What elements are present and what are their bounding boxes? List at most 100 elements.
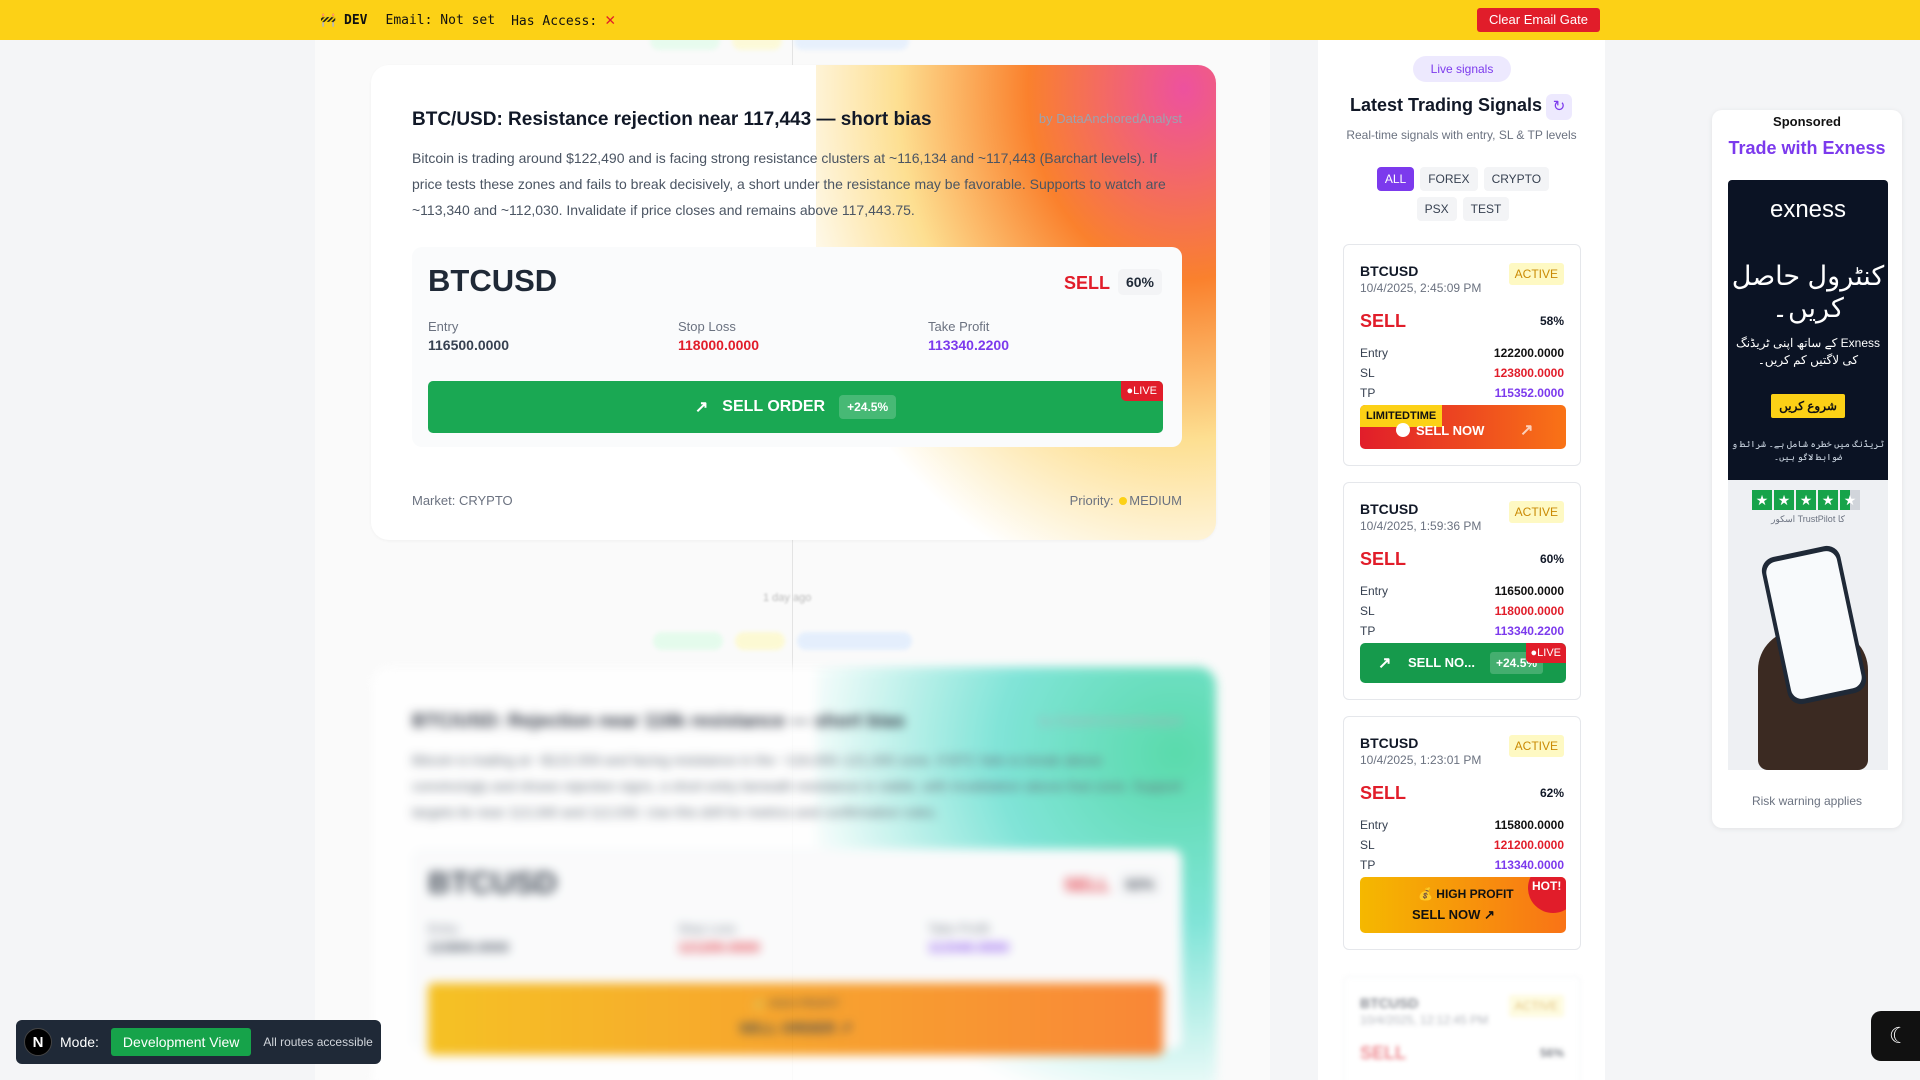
ad-headline[interactable]: Trade with Exness	[1712, 138, 1902, 159]
mode-label: Mode:	[60, 1034, 99, 1050]
entry-label: Entry	[428, 319, 459, 334]
signal-post-card[interactable]: BTC/USD: Rejection near 116k resistance …	[371, 667, 1216, 1080]
entry-value: 116500.0000	[428, 337, 509, 353]
tp-value: 113340.2200	[1494, 624, 1564, 638]
signal-post-card[interactable]: BTC/USD: Resistance rejection near 117,4…	[371, 65, 1216, 540]
signal-card[interactable]: BTCUSD 10/4/2025, 12:12:45 PM ACTIVE SEL…	[1343, 976, 1581, 1080]
signal-card[interactable]: BTCUSD 10/4/2025, 1:23:01 PM ACTIVE SELL…	[1343, 716, 1581, 950]
signal-symbol: BTCUSD	[1360, 735, 1419, 751]
high-profit-label: 💰 HIGH PROFIT	[751, 998, 840, 1010]
ad-urdu-headline: کنٹرول حاصل کریں۔	[1731, 261, 1885, 323]
signal-time: 10/4/2025, 2:45:09 PM	[1360, 281, 1482, 295]
dark-mode-toggle[interactable]: ☾	[1871, 1011, 1920, 1061]
star-icon: ★	[1752, 490, 1772, 510]
signal-side: SELL	[1360, 1043, 1407, 1063]
priority: Priority: MEDIUM	[1069, 493, 1182, 508]
take-profit-label: Take Profit	[928, 921, 990, 936]
entry-label: Entry	[428, 921, 459, 936]
entry-label: Entry	[1360, 584, 1389, 598]
sponsored-label: Sponsored	[1773, 114, 1841, 129]
signal-confidence: 60%	[1117, 269, 1162, 295]
ad-image: ★ ★ ★ ★ ★ کا TrustPilot اسکور	[1728, 480, 1888, 770]
sell-order-label: SELL ORDER ↗	[738, 1020, 853, 1037]
live-signals-pill: Live signals	[1413, 56, 1511, 82]
entry-value: 115800.0000	[428, 939, 509, 955]
sl-value: 123800.0000	[1493, 366, 1564, 380]
filter-psx[interactable]: PSX	[1416, 197, 1457, 221]
stop-loss-label: Stop Loss	[678, 319, 736, 334]
signal-confidence: 58%	[1539, 314, 1564, 328]
filter-forex[interactable]: FOREX	[1420, 167, 1478, 191]
entry-value: 115800.0000	[1494, 818, 1564, 832]
market-label: Market: CRYPTO	[412, 493, 513, 508]
signal-confidence: 62%	[1117, 871, 1162, 897]
take-profit-value: 113340.2200	[928, 337, 1009, 353]
live-badge: ●LIVE	[1120, 381, 1163, 401]
post-author: by DataAnchoredAnalyst	[1038, 111, 1182, 126]
pulse-icon	[1396, 423, 1410, 437]
tag-pill	[650, 40, 720, 50]
time-ago: 1 day ago	[763, 592, 812, 604]
sell-order-button[interactable]: 💰 HIGH PROFIT SELL ORDER ↗	[428, 983, 1163, 1055]
tag-pill	[797, 632, 912, 650]
sell-now-label: SELL NOW ↗	[1412, 907, 1495, 922]
signal-confidence: 62%	[1539, 786, 1564, 800]
hot-badge: HOT!	[1528, 877, 1566, 913]
sell-now-button[interactable]: 💰 HIGH PROFIT SELL NOW ↗ HOT!	[1360, 877, 1566, 933]
signal-symbol: BTCUSD	[1360, 995, 1419, 1011]
sell-now-label: SELL NO...	[1408, 655, 1475, 670]
tp-label: TP	[1360, 624, 1376, 638]
filter-crypto[interactable]: CRYPTO	[1483, 167, 1550, 191]
next-logo-icon[interactable]: N	[24, 1028, 52, 1056]
entry-value: 116500.0000	[1494, 584, 1564, 598]
routes-status: All routes accessible	[263, 1035, 373, 1049]
profit-percent: +24.5%	[839, 395, 897, 419]
live-badge: ●LIVE	[1525, 643, 1566, 663]
email-status: Email: Not set	[385, 12, 496, 28]
clear-email-gate-button[interactable]: Clear Email Gate	[1477, 8, 1600, 32]
ad-banner[interactable]: exness کنٹرول حاصل کریں۔ Exness کے ساتھ …	[1728, 180, 1888, 480]
status-badge: ACTIVE	[1508, 263, 1564, 285]
signal-time: 10/4/2025, 12:12:45 PM	[1360, 1013, 1489, 1027]
trustpilot-score-label: کا TrustPilot اسکور	[1771, 514, 1845, 524]
sell-now-button[interactable]: LIMITEDTIME SELL NOW ↗	[1360, 405, 1566, 449]
sell-now-button[interactable]: ↗ SELL NO... +24.5% ●LIVE	[1360, 643, 1566, 683]
entry-label: Entry	[1360, 346, 1389, 360]
signal-confidence: 56%	[1539, 1046, 1564, 1060]
sl-value: 121200.0000	[1493, 838, 1564, 852]
signals-sidebar: Live signals Latest Trading Signals ↻ Re…	[1318, 40, 1605, 1080]
signal-symbol: BTCUSD	[428, 865, 558, 900]
moon-icon: ☾	[1889, 1023, 1909, 1048]
take-profit-label: Take Profit	[928, 319, 990, 334]
sell-order-button[interactable]: ↗ SELL ORDER +24.5% ●LIVE	[428, 381, 1163, 433]
take-profit-value: 113340.0000	[928, 939, 1009, 955]
filter-all[interactable]: ALL	[1376, 167, 1415, 191]
sl-label: SL	[1360, 604, 1375, 618]
entry-label: Entry	[1360, 818, 1389, 832]
refresh-icon[interactable]: ↻	[1546, 94, 1572, 120]
signal-card[interactable]: BTCUSD 10/4/2025, 1:59:36 PM ACTIVE SELL…	[1343, 482, 1581, 700]
signal-side: SELL	[1360, 783, 1407, 803]
post-title: BTC/USD: Resistance rejection near 117,4…	[412, 109, 932, 130]
star-icon: ★	[1818, 490, 1838, 510]
status-badge: ACTIVE	[1508, 501, 1564, 523]
sidebar-subtitle: Real-time signals with entry, SL & TP le…	[1346, 128, 1577, 142]
high-profit-label: 💰 HIGH PROFIT	[1418, 887, 1514, 901]
signal-card[interactable]: BTCUSD 10/4/2025, 2:45:09 PM ACTIVE SELL…	[1343, 244, 1581, 466]
sponsored-ad[interactable]: Sponsored Trade with Exness exness کنٹرو…	[1712, 110, 1902, 828]
sl-value: 118000.0000	[1494, 604, 1564, 618]
tag-pill	[653, 632, 723, 650]
sell-now-label: SELL NOW	[1416, 423, 1485, 438]
post-title: BTC/USD: Rejection near 116k resistance …	[412, 711, 906, 732]
dev-tag: 🚧 DEV	[320, 12, 368, 28]
trend-icon: ↗	[694, 399, 709, 416]
signal-side: SELL	[1063, 273, 1110, 293]
ad-start-button[interactable]: شروع کریں	[1771, 394, 1845, 418]
sl-label: SL	[1360, 366, 1375, 380]
tp-label: TP	[1360, 858, 1376, 872]
development-view-button[interactable]: Development View	[110, 1028, 252, 1056]
sl-label: SL	[1360, 838, 1375, 852]
filter-test[interactable]: TEST	[1462, 197, 1510, 221]
star-icon: ★	[1840, 490, 1860, 510]
post-footer: Market: CRYPTO Priority: MEDIUM	[412, 493, 1182, 508]
